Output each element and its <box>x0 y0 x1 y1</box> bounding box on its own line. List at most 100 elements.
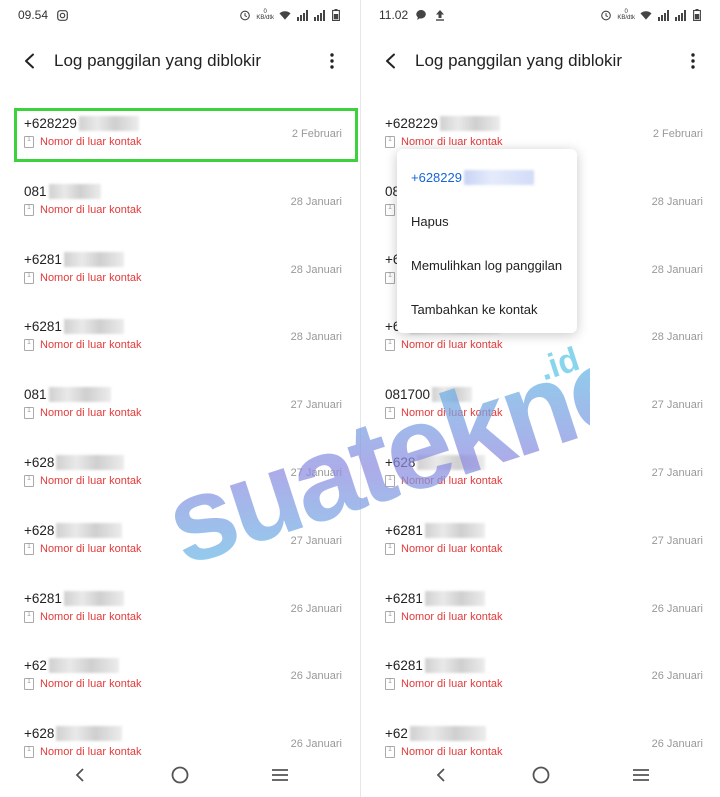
blocked-call-row[interactable]: +628 Nomor di luar kontak 27 Januari <box>0 441 360 501</box>
sim-card-icon <box>385 610 395 623</box>
sim-card-icon <box>385 136 395 148</box>
sim-card-icon <box>24 407 34 420</box>
status-time: 09.54 <box>18 8 49 22</box>
blocked-call-row[interactable]: +6281 Nomor di luar kontak 28 Januari <box>0 238 360 298</box>
blocked-call-row[interactable]: +628 Nomor di luar kontak 27 Januari <box>361 441 720 501</box>
nav-back-button[interactable] <box>60 755 100 795</box>
circle-icon <box>532 766 550 784</box>
caller-number: +62 <box>385 726 486 742</box>
more-vertical-icon <box>330 53 334 69</box>
blocked-call-row[interactable]: +62 Nomor di luar kontak 26 Januari <box>0 644 360 704</box>
call-date: 26 Januari <box>290 670 342 683</box>
blocked-call-row[interactable]: +6281 Nomor di luar kontak 28 Januari <box>0 305 360 365</box>
caller-label: Nomor di luar kontak <box>385 678 503 691</box>
signal-icon-1 <box>296 9 308 21</box>
caller-number: +628 <box>24 726 123 742</box>
caller-label: Nomor di luar kontak <box>385 610 503 623</box>
caller-label: Nomor di luar kontak <box>24 475 142 487</box>
blocked-call-row[interactable]: +6281 Nomor di luar kontak 26 Januari <box>361 644 720 704</box>
navigation-bar <box>0 753 360 797</box>
caller-number: +628 <box>24 455 125 470</box>
blocked-call-row[interactable]: +6281 Nomor di luar kontak 26 Januari <box>361 577 720 637</box>
redacted-blur <box>63 319 124 335</box>
page-title: Log panggilan yang diblokir <box>54 51 261 70</box>
call-date: 28 Januari <box>651 263 703 276</box>
network-speed: 0 KB/dtk <box>256 9 274 21</box>
sim-card-icon <box>24 542 34 555</box>
blocked-call-row[interactable]: +628 Nomor di luar kontak 27 Januari <box>0 509 360 569</box>
alarm-icon <box>239 9 251 21</box>
caller-label: Nomor di luar kontak <box>24 542 142 555</box>
call-date: 28 Januari <box>290 331 342 344</box>
more-options-button[interactable] <box>681 47 705 75</box>
call-date: 2 Februari <box>652 128 703 140</box>
call-date: 28 Januari <box>651 195 703 208</box>
status-time: 11.02 <box>379 8 409 22</box>
menu-item-restore-log[interactable]: Memulihkan log panggilan <box>397 243 577 287</box>
nav-home-button[interactable] <box>521 755 561 795</box>
redacted-blur <box>424 658 485 674</box>
call-date: 28 Januari <box>290 195 342 208</box>
menu-item-add-contact[interactable]: Tambahkan ke kontak <box>397 287 577 331</box>
blocked-call-row[interactable]: +6281 Nomor di luar kontak 26 Januari <box>0 577 360 637</box>
redacted-blur <box>417 455 486 470</box>
redacted-blur <box>409 726 486 742</box>
caller-label: Nomor di luar kontak <box>24 610 142 623</box>
redacted-blur <box>63 251 124 267</box>
back-button[interactable] <box>377 47 405 75</box>
sim-card-icon <box>385 203 395 216</box>
blocked-call-row[interactable]: 081 Nomor di luar kontak 28 Januari <box>0 170 360 230</box>
wifi-icon <box>640 9 652 21</box>
call-date: 27 Januari <box>290 399 342 412</box>
redacted-blur <box>424 522 485 538</box>
caller-label: Nomor di luar kontak <box>24 339 142 352</box>
redacted-blur <box>63 590 124 606</box>
page-title: Log panggilan yang diblokir <box>415 51 622 70</box>
blocked-call-row[interactable]: +6281 Nomor di luar kontak 27 Januari <box>361 509 720 569</box>
caller-number: +6281 <box>24 319 124 335</box>
redacted-blur <box>56 726 123 742</box>
status-bar: 09.54 0 KB/dtk <box>0 0 360 30</box>
blocked-call-row[interactable]: 081700 Nomor di luar kontak 27 Januari <box>361 373 720 433</box>
sim-card-icon <box>385 407 395 420</box>
app-bar: Log panggilan yang diblokir <box>0 30 360 92</box>
signal-icon-2 <box>313 9 325 21</box>
caller-label: Nomor di luar kontak <box>24 271 142 284</box>
nav-back-button[interactable] <box>421 755 461 795</box>
caller-label: Nomor di luar kontak <box>385 475 503 487</box>
menu-item-delete[interactable]: Hapus <box>397 199 577 243</box>
sim-card-icon <box>24 271 34 284</box>
call-date: 26 Januari <box>651 602 703 615</box>
redacted-blur <box>56 455 125 470</box>
more-options-button[interactable] <box>320 47 344 75</box>
call-date: 27 Januari <box>651 467 703 479</box>
wifi-icon <box>279 9 291 21</box>
caller-number: +6281 <box>24 251 124 267</box>
sim-card-icon <box>24 203 34 216</box>
selection-highlight <box>14 108 358 162</box>
nav-menu-button[interactable] <box>260 755 300 795</box>
caller-label: Nomor di luar kontak <box>385 339 503 352</box>
caller-number: +628 <box>385 455 486 470</box>
app-bar: Log panggilan yang diblokir <box>361 30 720 92</box>
blocked-call-row[interactable]: 081 Nomor di luar kontak 27 Januari <box>0 373 360 433</box>
call-date: 26 Januari <box>651 738 703 751</box>
sim-card-icon <box>385 271 395 284</box>
sim-card-icon <box>385 678 395 691</box>
battery-icon <box>691 9 703 21</box>
caller-label: Nomor di luar kontak <box>24 678 142 691</box>
menu-icon <box>272 769 288 781</box>
caller-number: +6281 <box>385 590 485 606</box>
caller-number: +6281 <box>385 522 485 538</box>
back-button[interactable] <box>16 47 44 75</box>
sim-card-icon <box>385 339 395 352</box>
nav-menu-button[interactable] <box>621 755 661 795</box>
caller-label: Nomor di luar kontak <box>385 542 503 555</box>
call-date: 28 Januari <box>290 263 342 276</box>
caller-label: Nomor di luar kontak <box>385 407 503 420</box>
redacted-blur <box>439 116 500 131</box>
redacted-blur <box>48 183 101 199</box>
nav-home-button[interactable] <box>160 755 200 795</box>
upload-icon <box>434 9 446 21</box>
caller-label: Nomor di luar kontak <box>385 136 503 148</box>
